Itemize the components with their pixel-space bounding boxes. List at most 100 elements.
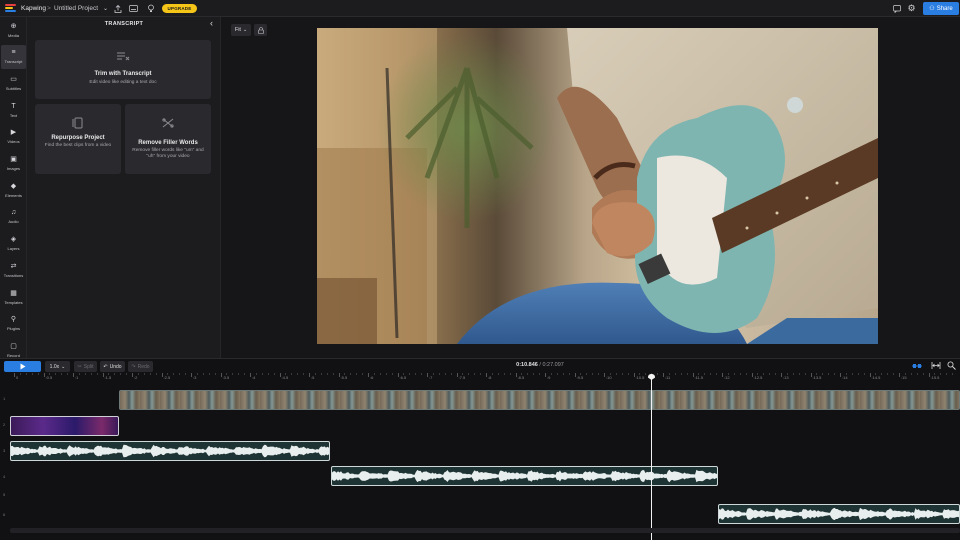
collapse-panel-chevron-icon[interactable]: ‹ <box>210 18 213 28</box>
keyboard-icon[interactable] <box>128 3 139 14</box>
audio-clip[interactable] <box>331 466 718 486</box>
ruler-minor-tick <box>786 373 788 375</box>
ruler-minor-tick <box>55 373 57 375</box>
ruler-minor-tick <box>273 373 275 375</box>
share-button[interactable]: ⚇ Share <box>923 2 959 15</box>
ruler-minor-tick <box>326 373 328 375</box>
transcript-panel: TRANSCRIPT ‹ Trim with Transcript Edit v… <box>27 17 221 358</box>
split-button[interactable]: ✂ Split <box>74 361 97 372</box>
audio-waveform <box>11 444 329 458</box>
fit-label: Fit <box>234 27 241 33</box>
ruler-tick <box>781 373 782 377</box>
ruler-minor-tick <box>527 373 529 375</box>
ruler-minor-tick <box>409 373 411 375</box>
ruler-minor-tick <box>303 373 305 375</box>
video-clip[interactable] <box>10 416 119 436</box>
sidebar-item-record[interactable]: ▢ Record <box>1 338 26 358</box>
video-preview[interactable] <box>317 28 878 344</box>
sidebar-item-media[interactable]: ⊕ Media <box>1 18 26 42</box>
sidebar-item-layers[interactable]: ◈ Layers <box>1 232 26 256</box>
ruler-minor-tick <box>497 373 499 375</box>
playback-speed-dropdown[interactable]: 1.0x ⌄ <box>45 361 70 372</box>
ruler-minor-tick <box>828 373 830 375</box>
images-icon: ▣ <box>10 156 17 163</box>
sidebar-item-label: Videos <box>7 139 20 145</box>
play-icon <box>20 363 25 370</box>
export-icon[interactable] <box>112 3 123 14</box>
lock-icon[interactable] <box>254 24 267 36</box>
ruler-label: :2.5 <box>163 375 171 380</box>
ruler-tick <box>132 373 133 377</box>
sidebar-item-subtitles[interactable]: ▭ Subtitles <box>1 71 26 95</box>
speed-value: 1.0x <box>49 363 60 370</box>
redo-button[interactable]: ↷ Redo <box>128 361 153 372</box>
audio-waveform <box>332 469 717 483</box>
ruler-minor-tick <box>639 373 641 375</box>
playhead[interactable] <box>651 375 652 540</box>
track-number: 5 <box>3 492 6 497</box>
waveform-toggle-icon[interactable] <box>911 360 922 371</box>
video-clip[interactable] <box>119 390 960 410</box>
ruler-minor-tick <box>214 373 216 375</box>
comments-icon[interactable] <box>891 3 902 14</box>
sidebar-item-elements[interactable]: ◆ Elements <box>1 178 26 202</box>
trim-with-transcript-card[interactable]: Trim with Transcript Edit video like edi… <box>35 40 211 99</box>
fit-zoom-dropdown[interactable]: Fit ⌄ <box>231 24 251 36</box>
undo-button[interactable]: ↶ Undo <box>100 361 125 372</box>
upgrade-button[interactable]: UPGRADE <box>162 4 197 13</box>
ruler-minor-tick <box>114 373 116 375</box>
ruler-minor-tick <box>710 373 712 375</box>
chevron-down-icon[interactable]: ⌄ <box>100 3 111 14</box>
sidebar-item-plugins[interactable]: ⚲ Plugins <box>1 312 26 336</box>
lightbulb-icon[interactable] <box>145 3 156 14</box>
ruler-tick <box>220 373 222 377</box>
sidebar-item-label: Media <box>8 32 19 38</box>
ruler-tick <box>751 373 753 377</box>
sidebar-item-transcript[interactable]: ≡ Transcript <box>1 44 26 69</box>
ruler-label: :14.5 <box>871 375 881 380</box>
sidebar-item-videos[interactable]: ▶ Videos <box>1 125 26 149</box>
ruler-label: :10.5 <box>635 375 645 380</box>
zoom-icon[interactable] <box>946 360 957 371</box>
ruler-tick <box>279 373 281 377</box>
track-number: 1 <box>3 396 6 401</box>
fit-timeline-icon[interactable] <box>930 360 941 371</box>
share-user-icon: ⚇ <box>929 6 935 12</box>
ruler-tick <box>397 373 399 377</box>
ruler-minor-tick <box>226 373 228 375</box>
time-ruler[interactable]: 0:0.5:1:1.5:2:2.5:3:3.5:4:4.5:5:5.5:6:6.… <box>10 373 960 383</box>
ruler-tick <box>869 373 871 377</box>
ruler-minor-tick <box>645 373 647 375</box>
ruler-minor-tick <box>415 373 417 375</box>
ruler-minor-tick <box>668 373 670 375</box>
ruler-label: :5.5 <box>340 375 348 380</box>
audio-clip[interactable] <box>718 504 960 524</box>
ruler-minor-tick <box>474 373 476 375</box>
settings-gear-icon[interactable]: ⚙ <box>906 3 917 14</box>
audio-clip[interactable] <box>10 441 330 461</box>
ruler-minor-tick <box>940 373 942 375</box>
ruler-minor-tick <box>769 373 771 375</box>
sidebar-item-label: Text <box>9 112 18 118</box>
ruler-minor-tick <box>450 373 452 375</box>
panel-title: TRANSCRIPT <box>104 21 144 27</box>
sidebar-item-audio[interactable]: ♫ Audio <box>1 205 26 229</box>
brand-name[interactable]: Kapwing <box>21 0 46 17</box>
sidebar-item-templates[interactable]: ▦ Templates <box>1 285 26 309</box>
ruler-minor-tick <box>745 373 747 375</box>
ruler-minor-tick <box>332 373 334 375</box>
sidebar-item-label: Plugins <box>6 326 21 332</box>
remove-filler-words-card[interactable]: Remove Filler Words Remove filler words … <box>125 104 211 174</box>
kapwing-logo-icon[interactable] <box>5 4 16 13</box>
sidebar-item-transitions[interactable]: ⇄ Transitions <box>1 258 26 282</box>
repurpose-project-card[interactable]: Repurpose Project Find the best clips fr… <box>35 104 121 174</box>
sidebar-item-text[interactable]: T Text <box>1 98 26 122</box>
ruler-minor-tick <box>598 373 600 375</box>
ruler-label: :12 <box>724 375 730 380</box>
ruler-label: :7 <box>429 375 433 380</box>
project-name[interactable]: Untitled Project <box>54 0 98 17</box>
play-button[interactable] <box>4 361 41 372</box>
ruler-minor-tick <box>910 373 912 375</box>
timeline-scrollbar[interactable] <box>10 528 960 533</box>
sidebar-item-images[interactable]: ▣ Images <box>1 152 26 176</box>
